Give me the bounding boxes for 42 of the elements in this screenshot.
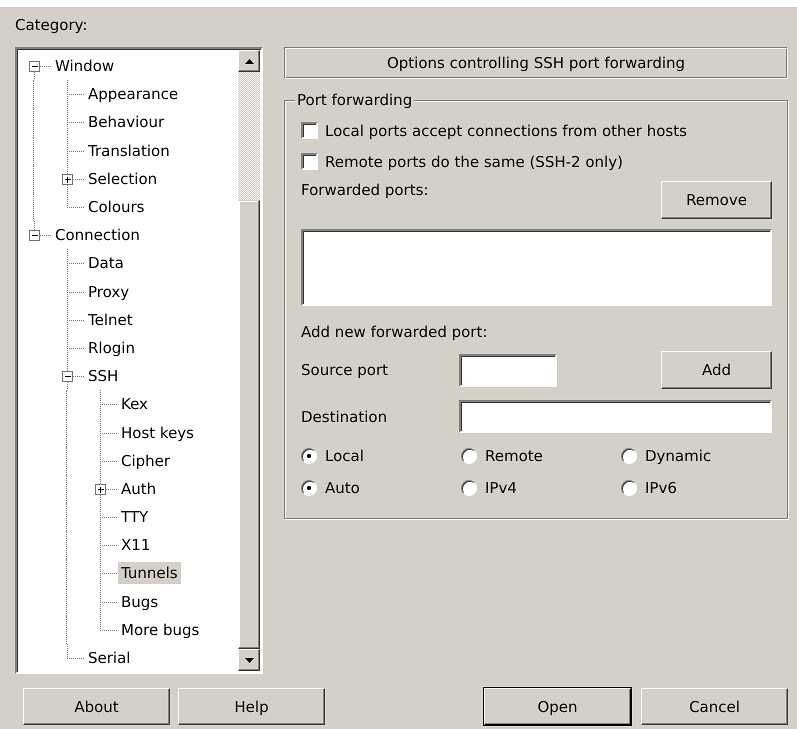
tree-item[interactable]: Connection — [52, 224, 143, 246]
tree-item[interactable]: Selection — [85, 168, 160, 190]
tree-item[interactable]: Host keys — [118, 422, 197, 444]
radio-label[interactable]: Dynamic — [645, 447, 712, 465]
radio-label[interactable]: Remote — [485, 447, 543, 465]
dialog-button[interactable]: Cancel — [641, 688, 788, 725]
tree-item[interactable]: Cipher — [118, 450, 174, 472]
tree-item[interactable]: Serial — [85, 647, 134, 670]
radio-label[interactable]: Auto — [325, 479, 360, 497]
dialog-button[interactable]: Open — [484, 688, 631, 725]
add-port-label: Add new forwarded port: — [301, 322, 488, 342]
radio-label[interactable]: IPv4 — [485, 479, 517, 497]
tree-item[interactable]: Bugs — [118, 590, 162, 613]
radio-label[interactable]: Local — [325, 447, 364, 465]
tree-item[interactable]: Tunnels — [118, 562, 181, 584]
add-button[interactable]: Add — [661, 351, 772, 389]
radio-label[interactable]: IPv6 — [645, 479, 677, 497]
section-header: Options controlling SSH port forwarding — [284, 47, 788, 79]
tree-item[interactable]: Behaviour — [85, 111, 168, 134]
tree-item[interactable]: Proxy — [85, 280, 132, 303]
tree-item[interactable]: Kex — [118, 393, 151, 416]
tree-item[interactable]: Appearance — [85, 83, 182, 106]
checkbox-label[interactable]: Local ports accept connections from other hosts — [325, 122, 687, 140]
remove-button[interactable]: Remove — [661, 181, 772, 219]
checkbox-label[interactable]: Remote ports do the same (SSH-2 only) — [325, 152, 623, 170]
tree-item[interactable]: More bugs — [118, 618, 202, 641]
tree-item[interactable]: Telnet — [85, 308, 136, 331]
tree-item[interactable]: X11 — [118, 534, 154, 556]
dialog-button[interactable]: About — [23, 688, 170, 725]
tree-item[interactable]: Auth — [118, 478, 160, 500]
tree-item[interactable]: Colours — [85, 196, 148, 218]
tree-item[interactable]: Translation — [85, 140, 173, 162]
destination-label: Destination — [301, 408, 388, 426]
tree-item[interactable]: Rlogin — [85, 336, 138, 359]
category-label: Category: — [15, 15, 88, 36]
tree-item[interactable]: Window — [52, 55, 118, 78]
tree-item[interactable]: SSH — [85, 365, 122, 388]
tree-item[interactable]: TTY — [118, 506, 152, 528]
forwarded-ports-label: Forwarded ports: — [301, 181, 428, 199]
dialog-button[interactable]: Help — [178, 688, 325, 725]
tree-item[interactable]: Data — [85, 252, 127, 274]
source-port-label: Source port — [301, 361, 390, 379]
